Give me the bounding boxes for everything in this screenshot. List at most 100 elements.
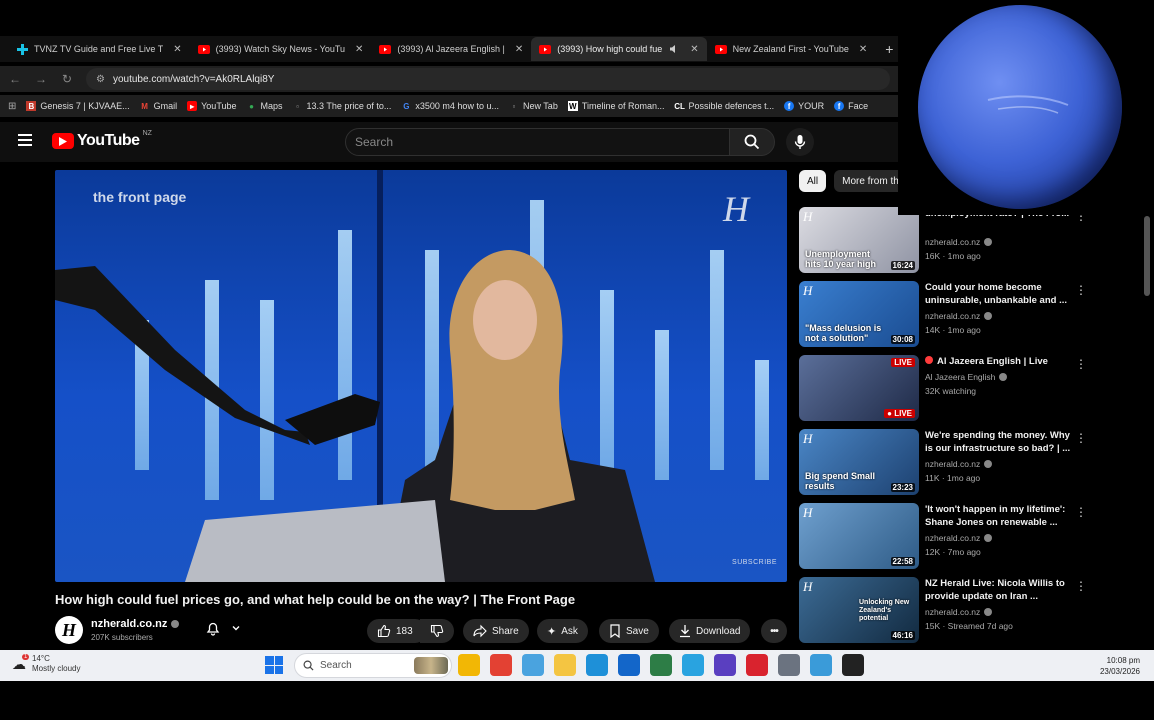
taskbar-search[interactable]: Search <box>294 653 452 678</box>
bookmark[interactable]: B Genesis 7 | KJVAAE... <box>26 101 130 111</box>
video-title[interactable]: NZ Herald Live: Nicola Willis to provide… <box>925 577 1075 603</box>
close-tab-icon[interactable]: ✕ <box>859 44 867 55</box>
xbox-icon[interactable] <box>650 654 672 676</box>
folder-icon[interactable] <box>554 654 576 676</box>
video-thumbnail[interactable]: H Big spend Small results 23:23 <box>799 429 919 495</box>
share-button[interactable]: Share <box>463 619 529 643</box>
like-button[interactable]: 183 <box>367 619 427 643</box>
browser-tab[interactable]: TVNZ TV Guide and Free Live T ✕ <box>8 37 190 61</box>
list-item[interactable]: H "Mass delusion is not a solution" 30:0… <box>799 281 1129 347</box>
acrobat-icon[interactable] <box>746 654 768 676</box>
telegram-icon[interactable] <box>682 654 704 676</box>
browser-tab-active[interactable]: (3993) How high could fue ✕ <box>531 37 707 61</box>
video-thumbnail[interactable]: H Unemployment hits 10 year high 16:24 <box>799 207 919 273</box>
video-title[interactable]: We're spending the money. Why is our inf… <box>925 429 1075 455</box>
url-field[interactable]: ⚙ youtube.com/watch?v=Ak0RLAlqi8Y <box>86 68 890 90</box>
bookmark[interactable]: f YOUR <box>784 101 824 111</box>
channel-name[interactable]: nzherald.co.nz <box>925 607 993 617</box>
app-icon[interactable] <box>714 654 736 676</box>
copilot-icon[interactable] <box>522 654 544 676</box>
obs-icon[interactable] <box>842 654 864 676</box>
start-button[interactable] <box>265 656 283 674</box>
video-thumbnail[interactable]: H Unlocking New Zealand's potential 46:1… <box>799 577 919 643</box>
list-item[interactable]: H 22:58 'It won't happen in my lifetime'… <box>799 503 1129 569</box>
close-tab-icon[interactable]: ✕ <box>355 44 363 55</box>
bookmark[interactable]: ▫ 13.3 The price of to... <box>293 101 392 111</box>
dislike-button[interactable] <box>420 619 454 643</box>
bookmark[interactable]: f Face <box>834 101 868 111</box>
download-button[interactable]: Download <box>669 619 751 643</box>
bookmark[interactable]: Gx3500 m4 how to u... <box>401 101 499 111</box>
scrollbar[interactable] <box>1144 216 1150 296</box>
video-thumbnail[interactable]: H 22:58 <box>799 503 919 569</box>
list-item[interactable]: H Big spend Small results 23:23 We're sp… <box>799 429 1129 495</box>
bookmark[interactable]: W Timeline of Roman... <box>567 101 665 111</box>
voice-search-button[interactable] <box>786 128 814 156</box>
speaker-icon[interactable] <box>668 43 680 55</box>
video-title[interactable]: Could your home become uninsurable, unba… <box>925 281 1075 307</box>
ask-button[interactable]: ✦ Ask <box>537 619 588 643</box>
chip-all[interactable]: All <box>799 170 827 192</box>
site-settings-icon[interactable]: ⚙ <box>96 74 105 85</box>
video-thumbnail[interactable]: H "Mass delusion is not a solution" 30:0… <box>799 281 919 347</box>
list-item[interactable]: H Unlocking New Zealand's potential 46:1… <box>799 577 1129 643</box>
system-clock[interactable]: 10:08 pm 23/03/2026 <box>1100 655 1140 677</box>
more-icon[interactable]: ⋮ <box>1075 579 1087 593</box>
subscribe-watermark[interactable]: SUBSCRIBE <box>732 559 777 566</box>
more-icon[interactable]: ⋮ <box>1075 505 1087 519</box>
video-thumbnail[interactable]: LIVE ● LIVE <box>799 355 919 421</box>
channel-name[interactable]: Al Jazeera English <box>925 372 1008 382</box>
bookmark-label: 13.3 The price of to... <box>306 101 392 111</box>
bookmark-label: x3500 m4 how to u... <box>415 101 499 111</box>
weather-widget[interactable]: ☁ 1 14°C Mostly cloudy <box>12 653 80 674</box>
video-title[interactable]: 'It won't happen in my lifetime': Shane … <box>925 503 1075 529</box>
apps-grid-icon[interactable]: ⊞ <box>8 101 16 112</box>
channel-name[interactable]: nzherald.co.nz <box>925 311 993 321</box>
close-tab-icon[interactable]: ✕ <box>690 44 698 55</box>
browser-tab[interactable]: New Zealand First - YouTube ✕ <box>707 37 876 61</box>
bookmark[interactable]: M Gmail <box>140 101 177 111</box>
bookmark[interactable]: CL Possible defences t... <box>674 101 774 111</box>
neptune-planet-image <box>918 5 1122 209</box>
search-input[interactable]: Search <box>345 128 730 156</box>
close-tab-icon[interactable]: ✕ <box>173 44 181 55</box>
video-title[interactable]: Al Jazeera English | Live <box>925 355 1075 368</box>
channel-name[interactable]: nzherald.co.nz <box>925 533 993 543</box>
menu-icon[interactable] <box>18 134 32 146</box>
youtube-logo[interactable]: YouTube NZ <box>52 130 152 150</box>
save-button[interactable]: Save <box>599 619 659 643</box>
channel-name[interactable]: nzherald.co.nz <box>925 459 993 469</box>
outlook-icon[interactable] <box>618 654 640 676</box>
more-icon[interactable]: ⋮ <box>1075 283 1087 297</box>
channel-name[interactable]: nzherald.co.nz <box>925 237 993 247</box>
bookmark[interactable]: ▫ New Tab <box>509 101 558 111</box>
notification-bell-button[interactable] <box>205 620 241 636</box>
browser-tab[interactable]: (3993) Al Jazeera English | ✕ <box>371 37 531 61</box>
channel-avatar[interactable]: H <box>55 616 83 644</box>
close-tab-icon[interactable]: ✕ <box>515 44 523 55</box>
file-explorer-icon[interactable] <box>458 654 480 676</box>
reload-icon[interactable]: ↻ <box>60 72 74 86</box>
more-icon[interactable]: ⋮ <box>1075 431 1087 445</box>
edge-icon[interactable] <box>586 654 608 676</box>
back-icon[interactable]: ← <box>8 72 22 86</box>
new-tab-icon[interactable]: + <box>885 41 893 57</box>
network-icon[interactable] <box>810 654 832 676</box>
search-button[interactable] <box>729 128 775 156</box>
bookmark[interactable]: ● Maps <box>247 101 282 111</box>
forward-icon[interactable]: → <box>34 72 48 86</box>
game-controller-icon[interactable] <box>778 654 800 676</box>
chip-more-from[interactable]: More from th <box>834 170 907 192</box>
thumbnail-caption: Unlocking New Zealand's potential <box>859 599 910 622</box>
duration-badge: 23:23 <box>890 483 915 492</box>
channel-name[interactable]: nzherald.co.nz <box>91 618 180 630</box>
more-actions-button[interactable]: ••• <box>761 619 787 643</box>
more-icon[interactable]: ⋮ <box>1075 357 1087 371</box>
search-icon <box>744 134 760 150</box>
browser-tab[interactable]: (3993) Watch Sky News - YouTu ✕ <box>190 37 372 61</box>
list-item[interactable]: LIVE ● LIVE Al Jazeera English | Live Al… <box>799 355 1129 421</box>
chrome-icon[interactable] <box>490 654 512 676</box>
bookmark[interactable]: ▸ YouTube <box>187 101 237 111</box>
video-player[interactable]: the front page H SUBSCRIBE <box>55 170 787 582</box>
list-item[interactable]: H Unemployment hits 10 year high 16:24 u… <box>799 207 1129 273</box>
